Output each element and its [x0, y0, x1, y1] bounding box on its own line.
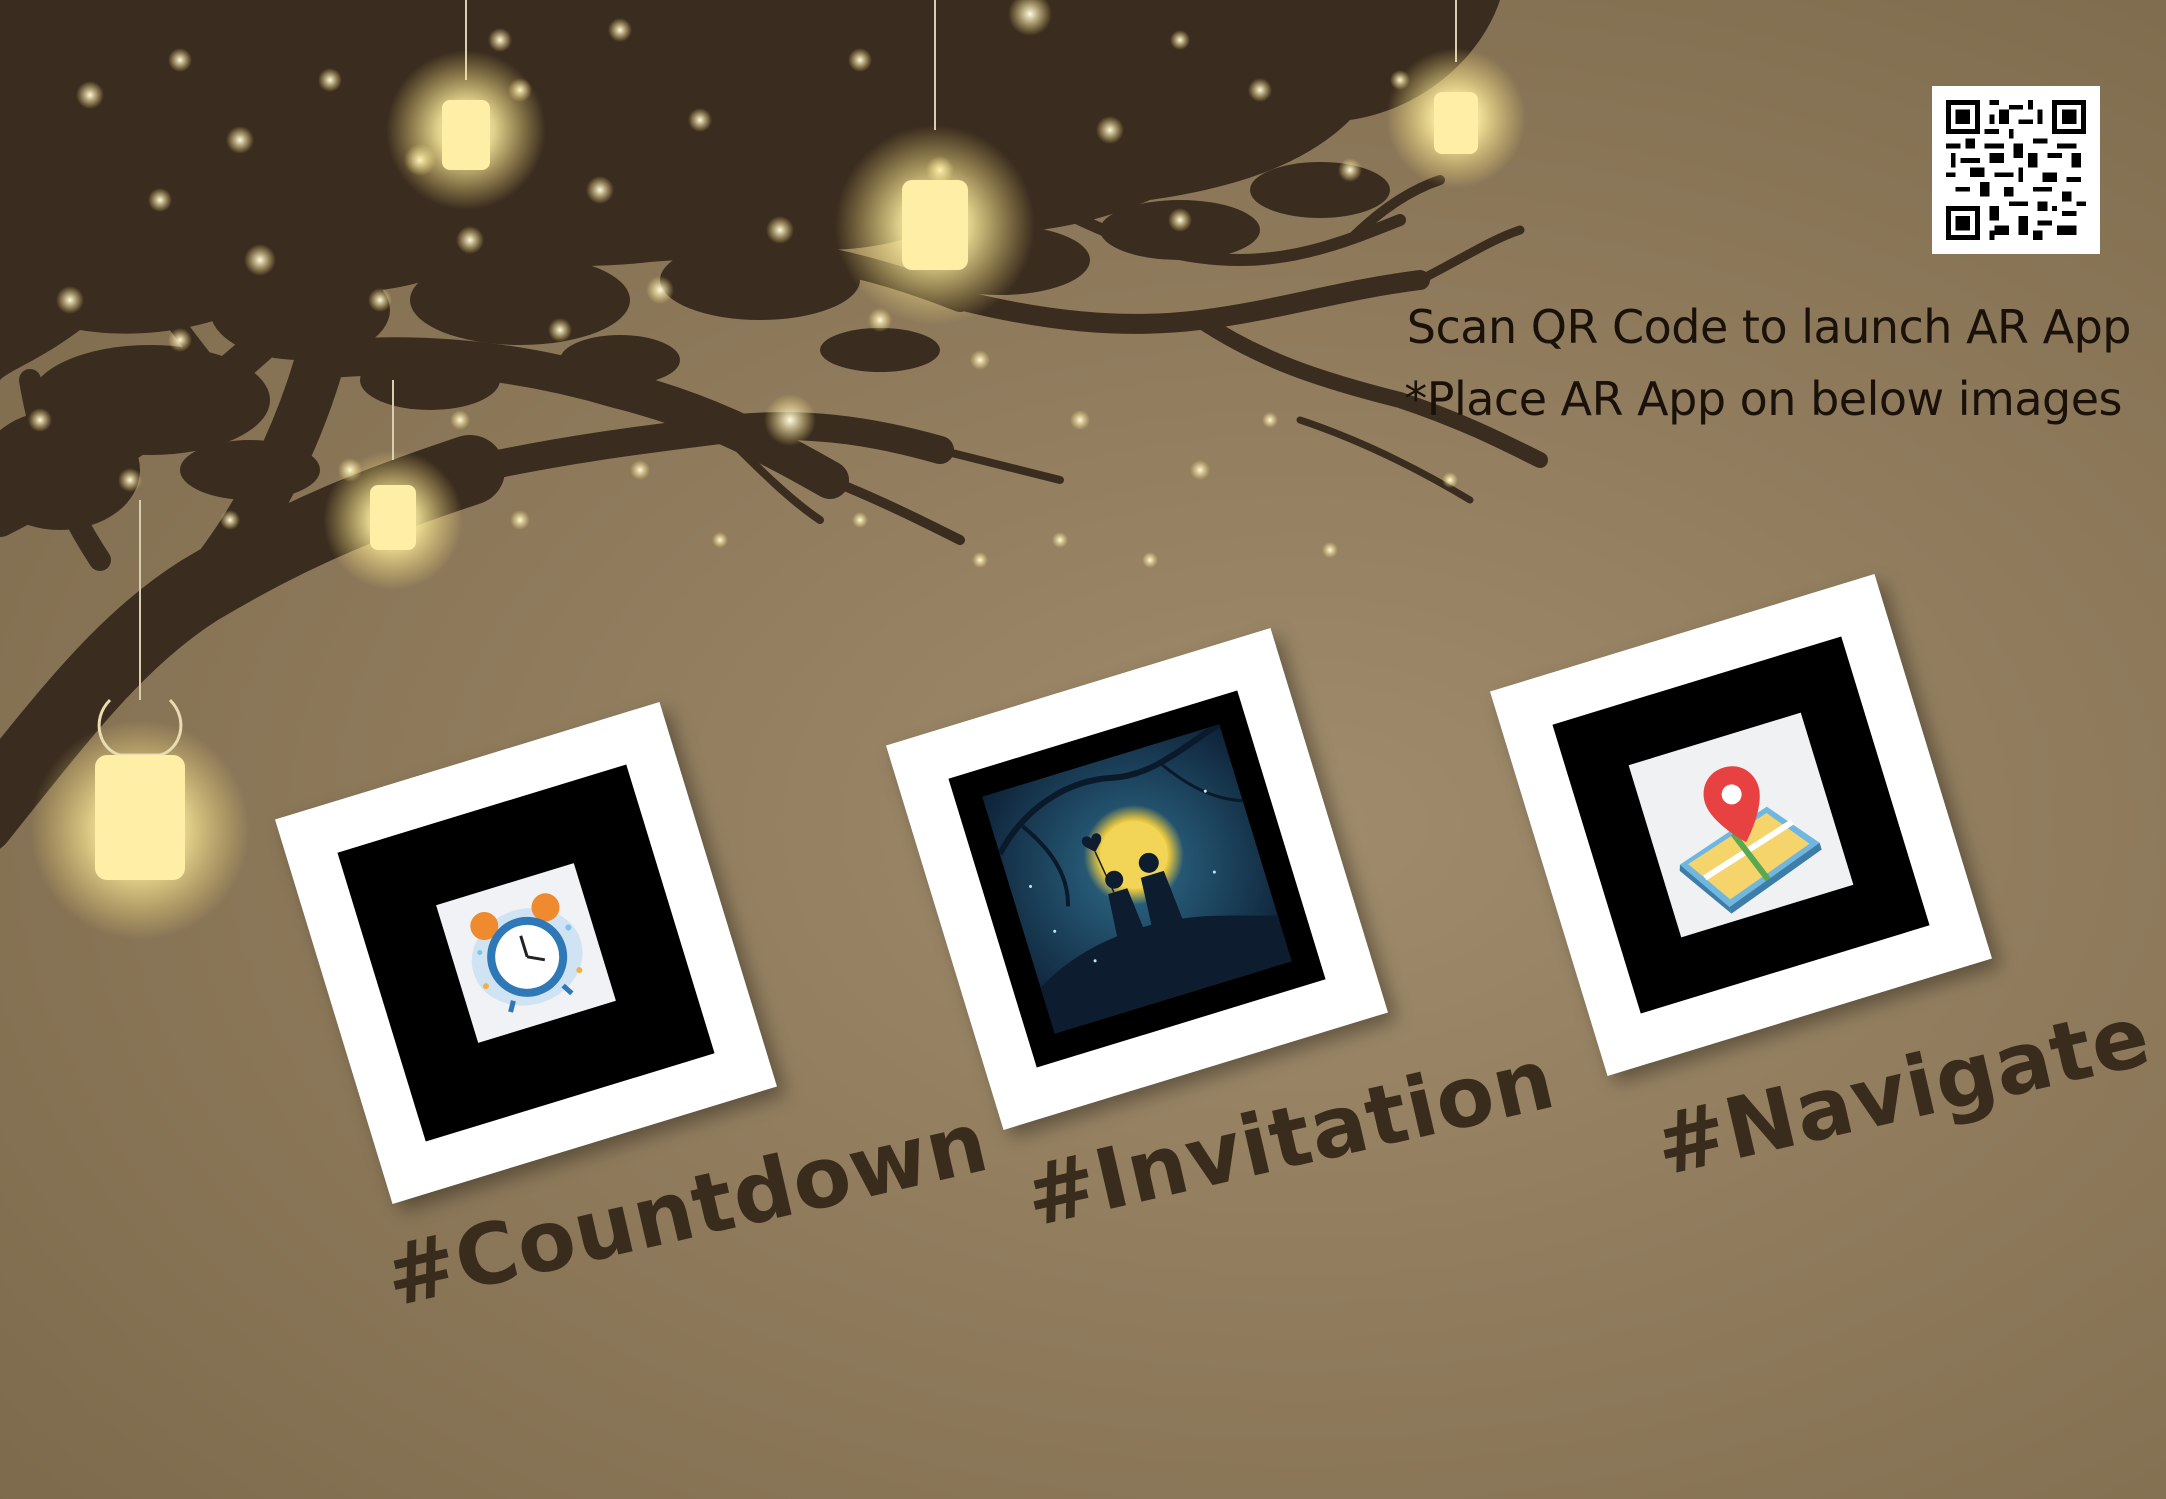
marker-border — [1552, 636, 1930, 1014]
ar-invitation-card: Scan QR Code to launch AR App *Place AR … — [0, 0, 2166, 1499]
lantern-2 — [323, 380, 463, 590]
placement-instruction: *Place AR App on below images — [1404, 372, 2122, 426]
couple-under-moon-illustration — [982, 721, 1292, 1034]
qr-code-icon — [1946, 100, 2086, 240]
map-pin-icon — [1628, 712, 1854, 938]
alarm-clock-icon — [436, 863, 616, 1043]
qr-code[interactable] — [1932, 86, 2100, 254]
scan-instruction: Scan QR Code to launch AR App — [1406, 300, 2132, 354]
marker-border — [948, 690, 1326, 1068]
marker-border — [337, 764, 715, 1142]
